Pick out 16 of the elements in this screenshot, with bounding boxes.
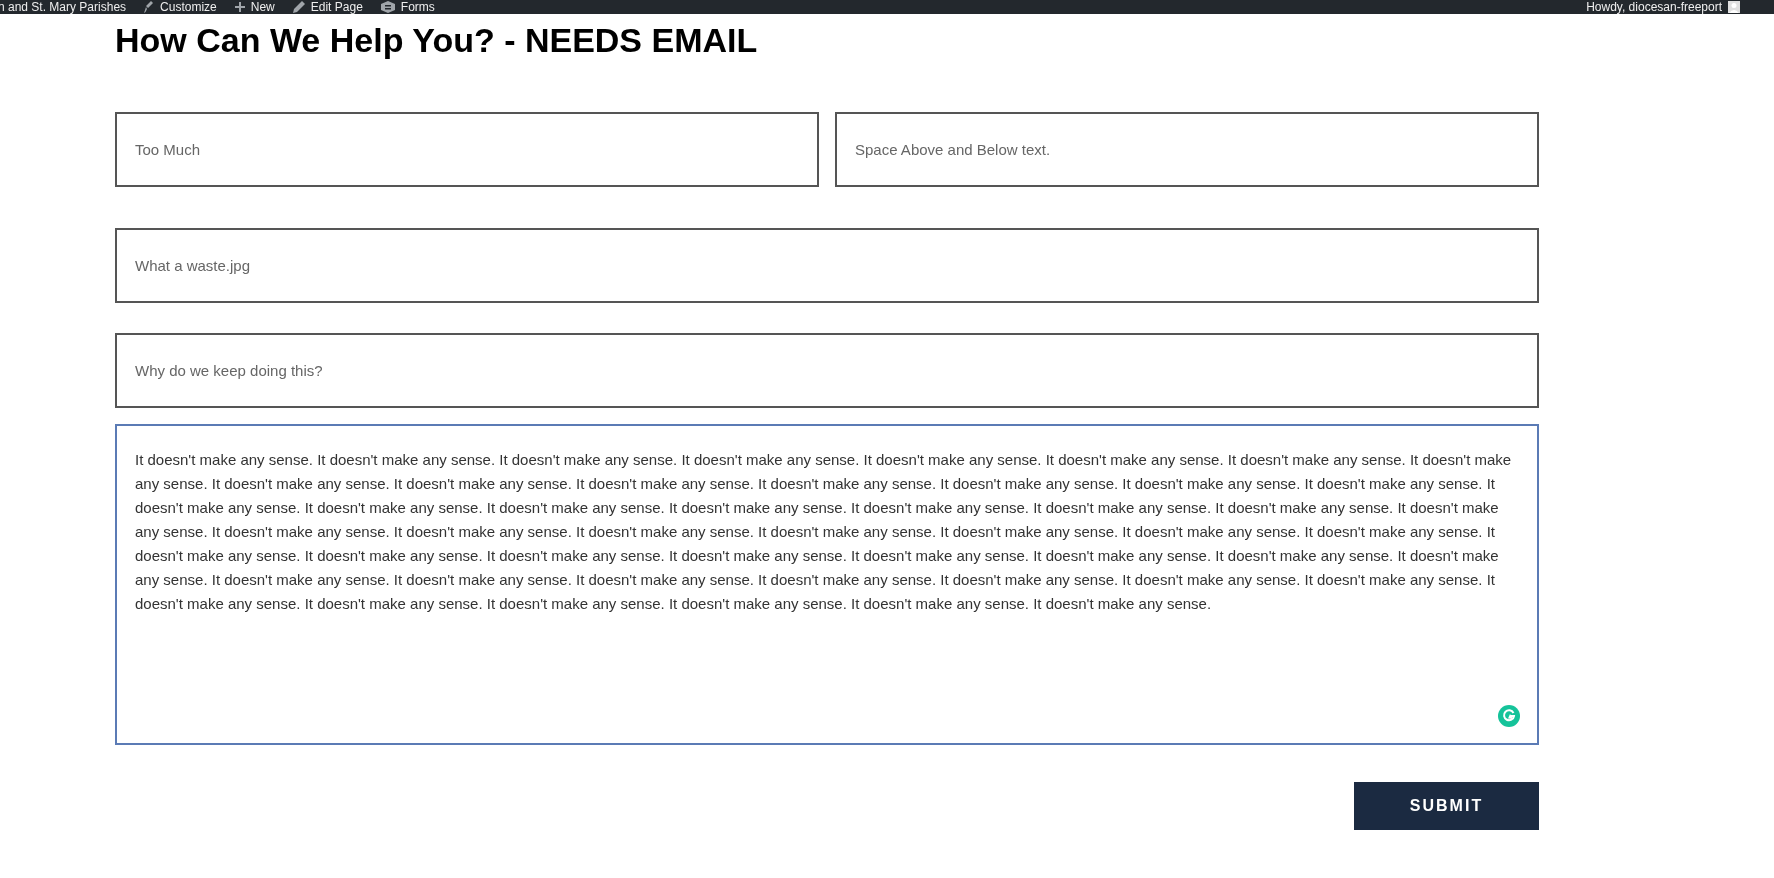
message-field[interactable]: It doesn't make any sense. It doesn't make any sense. It doesn't make any sense. It doesn't make any sense. It doesn't make any sense. It doesn't make any sense. It doesn't make any sense. It doesn't make any sense. It doesn't make any sense. It doesn't make any sense. It doesn't make any sense. It doesn't make any sense. It doesn't make any sense. It doesn't make any sense. It doesn't make any sense. It doesn't make any sense. It doesn't make any sense. It doesn't make any sense. It doesn't make any sense. It doesn't make any sense. It doesn't make any sense. It doesn't make any sense. It doesn't make any sense. It doesn't make any sense. It doesn't make any sense. It doesn't make any sense. It doesn't make any sense. It doesn't make any sense. It doesn't make any sense. It doesn't make any sense. It doesn't make any sense. It doesn't make any sense. It doesn't make any sense. It doesn't make any sense. It doesn't make any sense. It doesn't make any sense. It doesn't make any sense. It doesn't make any sense. It doesn't make any sense. It doesn't make any sense. It doesn't make any sense. It doesn't make any sense. It doesn't make any sense. It doesn't make any sense. It doesn't make any sense. It doesn't make any sense. It doesn't make any sense. It doesn't make any sense. It doesn't make any sense. It doesn't make any sense. It doesn't make any sense. xyxy=(115,424,1539,745)
submit-button[interactable]: SUBMIT xyxy=(1354,782,1539,830)
text-field[interactable]: Too Much xyxy=(115,112,819,187)
avatar-icon xyxy=(1728,1,1740,13)
admin-bar-link[interactable]: Edit Page xyxy=(310,0,363,14)
brush-icon xyxy=(144,1,155,13)
admin-bar-link[interactable]: New xyxy=(250,0,275,14)
admin-bar-link[interactable]: Customize xyxy=(160,0,217,14)
greeting-link[interactable]: Howdy, diocesan-freeport xyxy=(1586,0,1722,14)
text-field[interactable]: Why do we keep doing this? xyxy=(115,333,1539,408)
plus-icon xyxy=(234,2,245,12)
pencil-icon xyxy=(292,1,305,13)
text-field[interactable]: What a waste.jpg xyxy=(115,228,1539,303)
text-field[interactable]: Space Above and Below text. xyxy=(835,112,1539,187)
admin-bar-link[interactable]: Forms xyxy=(400,0,435,14)
page-heading: How Can We Help You? - NEEDS EMAIL xyxy=(115,20,759,60)
